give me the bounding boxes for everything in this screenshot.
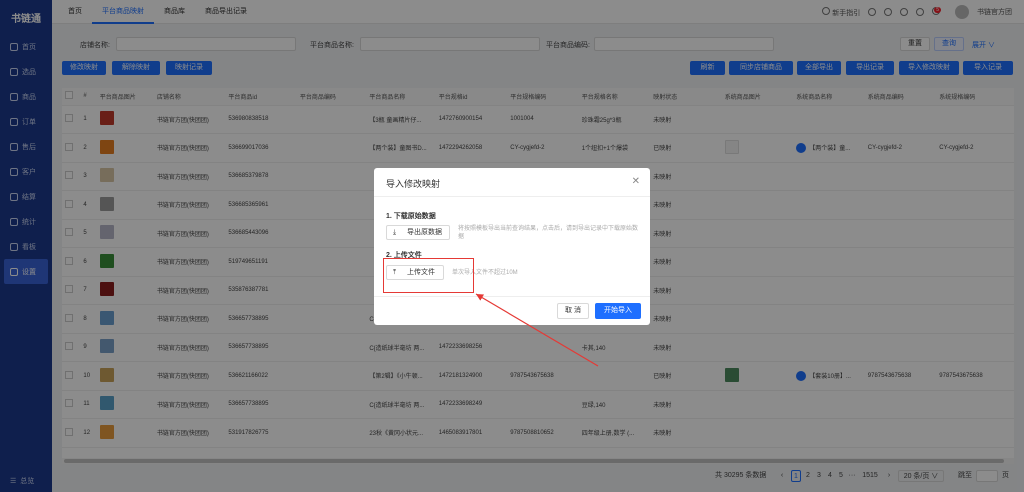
- download-icon: ⤓: [393, 229, 397, 236]
- dialog-title: 导入修改映射: [386, 179, 441, 189]
- export-raw-data-button[interactable]: ⤓ 导出原数据: [386, 225, 450, 240]
- step-download-title: 1. 下载原始数据: [386, 213, 436, 220]
- import-mapping-dialog: 导入修改映射 ✕ 1. 下载原始数据 ⤓ 导出原数据 将按照模板导出当前查询结果，…: [374, 168, 650, 325]
- dialog-footer-divider: [374, 296, 650, 297]
- start-import-button[interactable]: 开始导入: [595, 303, 641, 319]
- export-raw-data-label: 导出原数据: [407, 229, 442, 236]
- annotation-highlight-box: [383, 258, 474, 293]
- cancel-button[interactable]: 取 消: [557, 303, 589, 319]
- export-hint: 将按照模板导出当前查询结果，点击后，请到导出记录中下载原始数据: [458, 226, 639, 240]
- close-icon[interactable]: ✕: [632, 176, 640, 187]
- dialog-divider: [374, 196, 650, 197]
